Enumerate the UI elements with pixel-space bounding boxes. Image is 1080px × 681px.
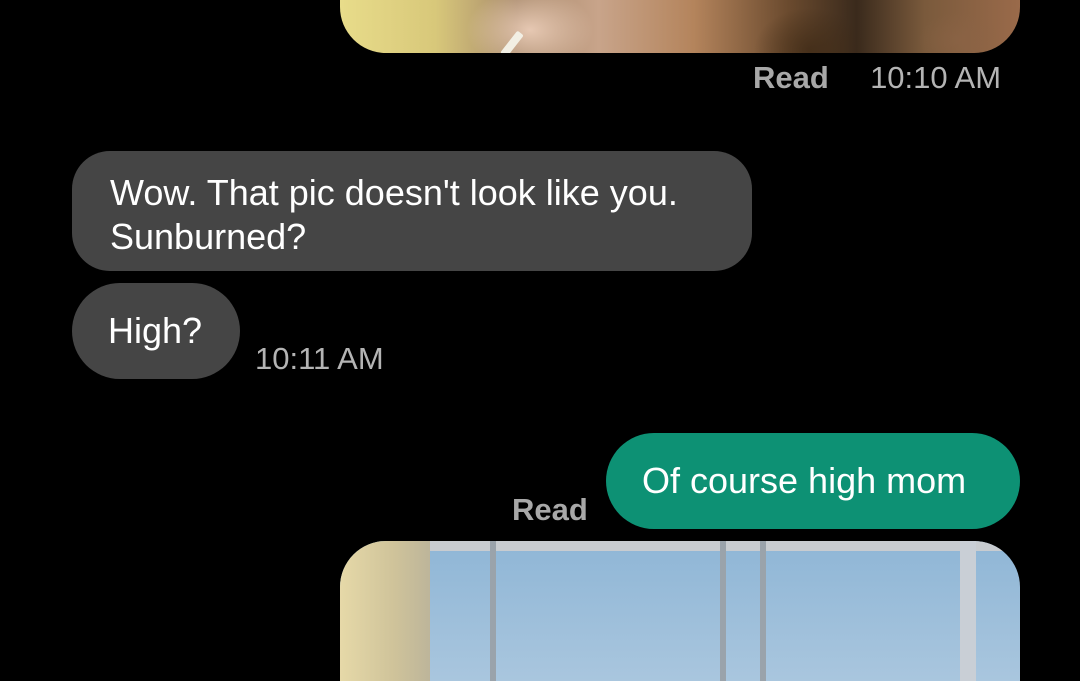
message-timestamp: 10:11 AM [255, 341, 384, 376]
message-text: High? [108, 310, 203, 351]
message-text-line: Sunburned? [110, 216, 307, 257]
message-timestamp: 10:10 AM [870, 60, 1002, 95]
incoming-message-bubble[interactable]: High? [72, 283, 240, 379]
message-meta-top: Read 10:10 AM [753, 60, 1001, 96]
photo-detail [760, 541, 766, 681]
sent-photo-top[interactable] [340, 0, 1020, 53]
photo-detail [960, 541, 976, 681]
photo-detail [490, 541, 496, 681]
sent-photo-bottom[interactable] [340, 541, 1020, 681]
outgoing-message-bubble[interactable]: Of course high mom [606, 433, 1020, 529]
read-receipt-outgoing: Read [512, 492, 588, 528]
photo-detail [720, 541, 726, 681]
read-receipt: Read [753, 60, 829, 95]
read-receipt: Read [512, 492, 588, 527]
message-text-line: Wow. That pic doesn't look like you. [110, 172, 678, 213]
photo-content [340, 541, 430, 681]
message-text: Of course high mom [642, 460, 967, 501]
photo-content [340, 0, 1020, 53]
incoming-message-bubble[interactable]: Wow. That pic doesn't look like you. Sun… [72, 151, 752, 271]
